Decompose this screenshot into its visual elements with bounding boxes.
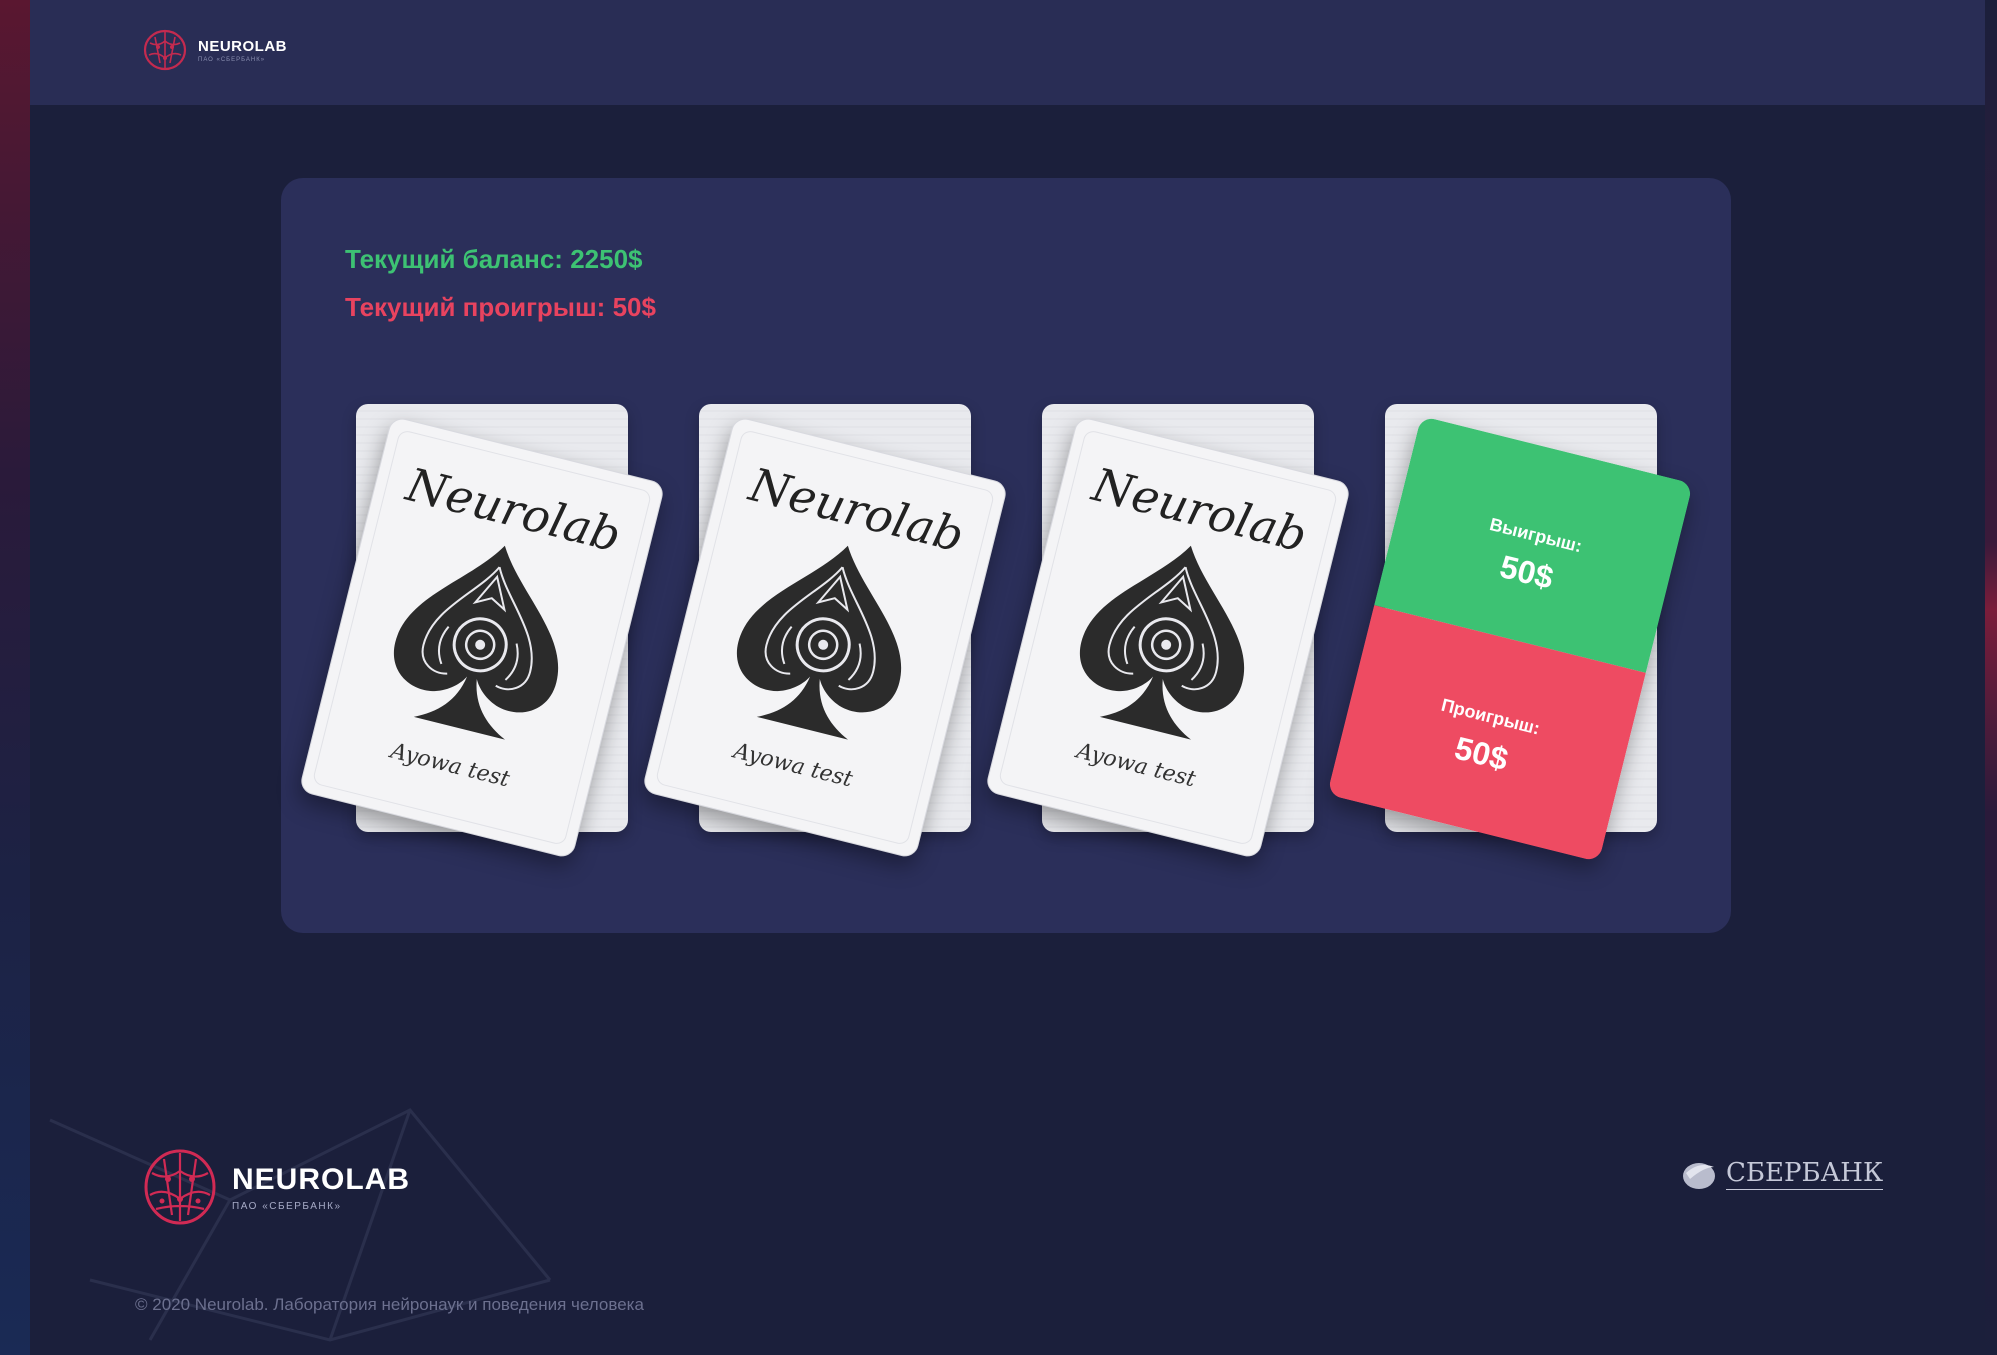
right-edge-decoration	[1985, 0, 1997, 1355]
top-header: NEUROLAB ПАО «СБЕРБАНК»	[30, 0, 1985, 105]
footer-brand-sub: ПАО «СБЕРБАНК»	[232, 1200, 342, 1212]
deck-3[interactable]: Neurolab Ayowa test	[967, 404, 1352, 860]
brain-logo-icon	[143, 29, 187, 71]
game-panel: Текущий баланс: 2250$ Текущий проигрыш: …	[281, 178, 1731, 933]
copyright-text: © 2020 Neurolab. Лаборатория нейронаук и…	[135, 1295, 644, 1314]
footer-logo[interactable]: NEUROLAB ПАО «СБЕРБАНК»	[140, 1145, 410, 1229]
deck-1[interactable]: Neurolab Ayowa test	[281, 404, 666, 860]
current-balance: Текущий баланс: 2250$	[345, 244, 643, 274]
deck-2[interactable]: Neurolab Ayowa test	[624, 404, 1009, 860]
deck-4-result[interactable]: Выигрыш: 50$ Проигрыш: 50$	[1310, 404, 1694, 863]
left-edge-decoration	[0, 0, 30, 1355]
footer-brand-name: NEUROLAB	[232, 1162, 410, 1196]
current-loss: Текущий проигрыш: 50$	[345, 292, 656, 322]
sberbank-logo[interactable]: СБЕРБАНК	[1680, 1157, 1884, 1191]
brain-logo-icon	[144, 1149, 216, 1225]
sberbank-name: СБЕРБАНК	[1726, 1158, 1884, 1190]
header-brand-sub: ПАО «СБЕРБАНК»	[198, 56, 266, 63]
header-logo[interactable]: NEUROLAB ПАО «СБЕРБАНК»	[140, 25, 287, 75]
sberbank-emblem-icon	[1683, 1163, 1715, 1189]
header-brand-name: NEUROLAB	[198, 37, 287, 55]
